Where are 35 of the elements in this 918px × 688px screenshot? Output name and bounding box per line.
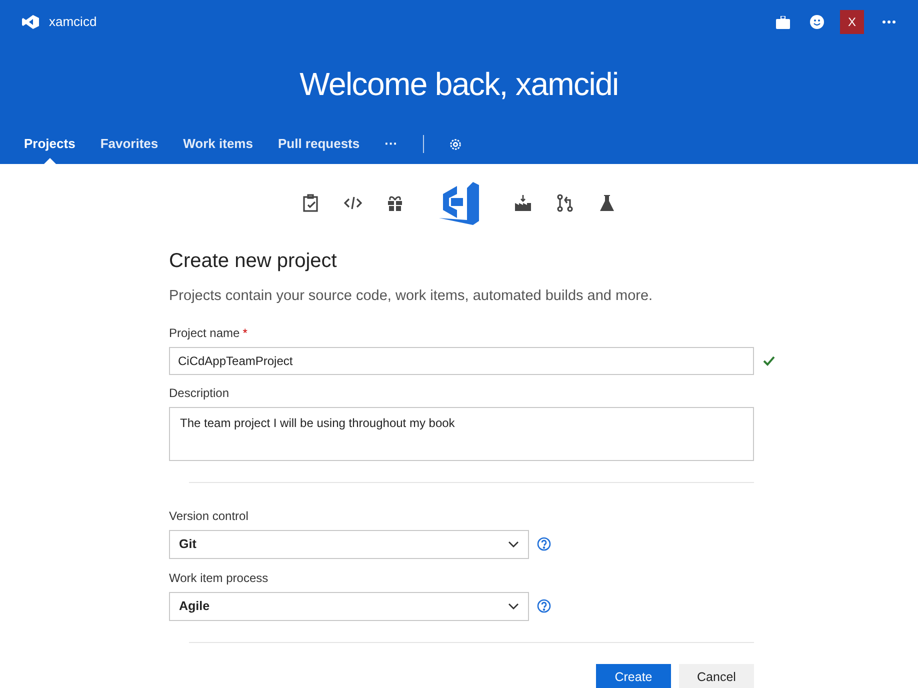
form-title: Create new project (169, 249, 338, 274)
nav-tab[interactable]: Work items (183, 124, 253, 164)
logo-icon (22, 15, 39, 29)
welcome-title: Welcome back, xamcidi (300, 65, 618, 104)
more-button[interactable]: ··· (384, 134, 398, 154)
help-icon[interactable] (537, 537, 551, 552)
more-icon[interactable] (882, 20, 896, 24)
create-button[interactable]: Create (596, 664, 671, 688)
project-name-field[interactable]: CiCdAppTeamProject (169, 346, 754, 375)
form-subtitle: Projects contain your source code, work items, automated builds and more. (169, 287, 654, 306)
help-icon[interactable] (537, 599, 551, 614)
dropdown[interactable]: Git (169, 530, 529, 559)
account-name[interactable]: xamcicd (49, 12, 97, 32)
dropdown[interactable]: Agile (169, 592, 529, 621)
chevron-down-icon (508, 540, 519, 548)
settings-icon[interactable] (448, 138, 462, 150)
chevron-down-icon (508, 602, 519, 610)
briefcase-icon[interactable] (776, 16, 790, 28)
description-field[interactable]: The team project I will be using throughout my book (169, 406, 754, 461)
logo-icon (437, 180, 481, 226)
cancel-button[interactable]: Cancel (679, 664, 754, 688)
required-mark: * (242, 326, 248, 340)
factory-icon (513, 193, 533, 213)
field-label: Project name (169, 326, 240, 340)
field-label: Work item process (169, 570, 270, 587)
flask-icon (597, 193, 617, 213)
field-label: Description (169, 384, 230, 402)
nav-tab[interactable]: Pull requests (278, 124, 360, 164)
field-label: Version control (169, 508, 250, 525)
smiley-icon[interactable] (810, 15, 824, 29)
nav-tab[interactable]: Favorites (100, 124, 158, 164)
nav-tab[interactable]: Projects (24, 124, 76, 164)
clipboard-check-icon (301, 193, 321, 213)
avatar[interactable]: X (840, 10, 864, 34)
pull-request-icon (555, 193, 575, 213)
